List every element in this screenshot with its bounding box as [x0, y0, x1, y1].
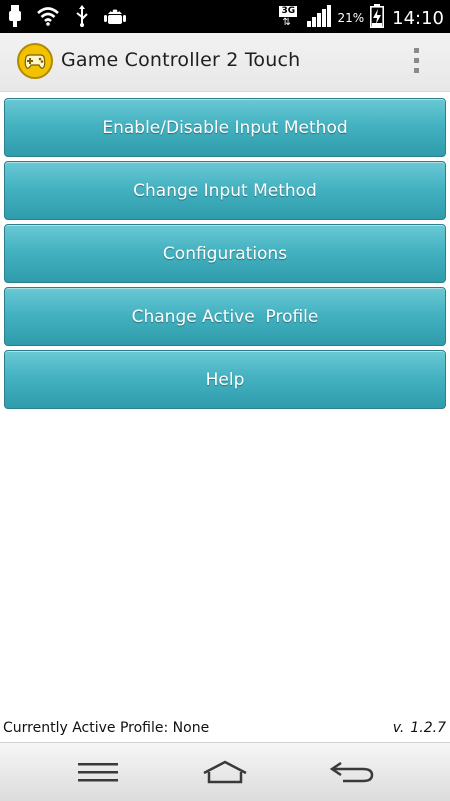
status-bar-notifications: [8, 5, 126, 27]
status-bar-clock: 14:10: [392, 7, 444, 29]
overflow-menu-icon[interactable]: [414, 48, 420, 76]
menu-icon[interactable]: [68, 757, 128, 787]
wifi-icon: [36, 6, 60, 26]
configurations-button[interactable]: Configurations: [4, 224, 446, 283]
status-bar: 3G ⇅ 21% 14:10: [0, 0, 450, 33]
change-active-profile-button[interactable]: Change Active Profile: [4, 287, 446, 346]
navigation-bar: [0, 742, 450, 801]
version-label: v. 1.2.7: [393, 720, 446, 736]
status-bar-system: 3G ⇅ 21% 14:10: [279, 4, 444, 32]
network-3g-icon: 3G ⇅: [279, 6, 301, 30]
battery-percent: 21%: [337, 11, 365, 25]
help-button[interactable]: Help: [4, 350, 446, 409]
main-menu: Enable/Disable Input Method Change Input…: [4, 98, 446, 413]
battery-charging-icon: [370, 4, 385, 32]
app-title: Game Controller 2 Touch: [61, 49, 301, 71]
enable-disable-input-method-button[interactable]: Enable/Disable Input Method: [4, 98, 446, 157]
gamepad-icon[interactable]: [17, 43, 53, 79]
back-icon[interactable]: [322, 757, 382, 787]
action-bar: Game Controller 2 Touch: [0, 33, 450, 92]
change-input-method-button[interactable]: Change Input Method: [4, 161, 446, 220]
home-icon[interactable]: [195, 757, 255, 787]
usb-icon: [8, 5, 22, 27]
version-prefix: v.: [392, 720, 405, 736]
signal-icon: [307, 5, 332, 31]
version-number: 1.2.7: [410, 720, 446, 736]
data-activity-icon: ⇅: [282, 17, 291, 28]
active-profile-label: Currently Active Profile: None: [3, 720, 210, 736]
network-type-label: 3G: [279, 6, 298, 17]
usb-debug-icon: [74, 5, 90, 27]
android-debug-icon: [104, 5, 126, 27]
